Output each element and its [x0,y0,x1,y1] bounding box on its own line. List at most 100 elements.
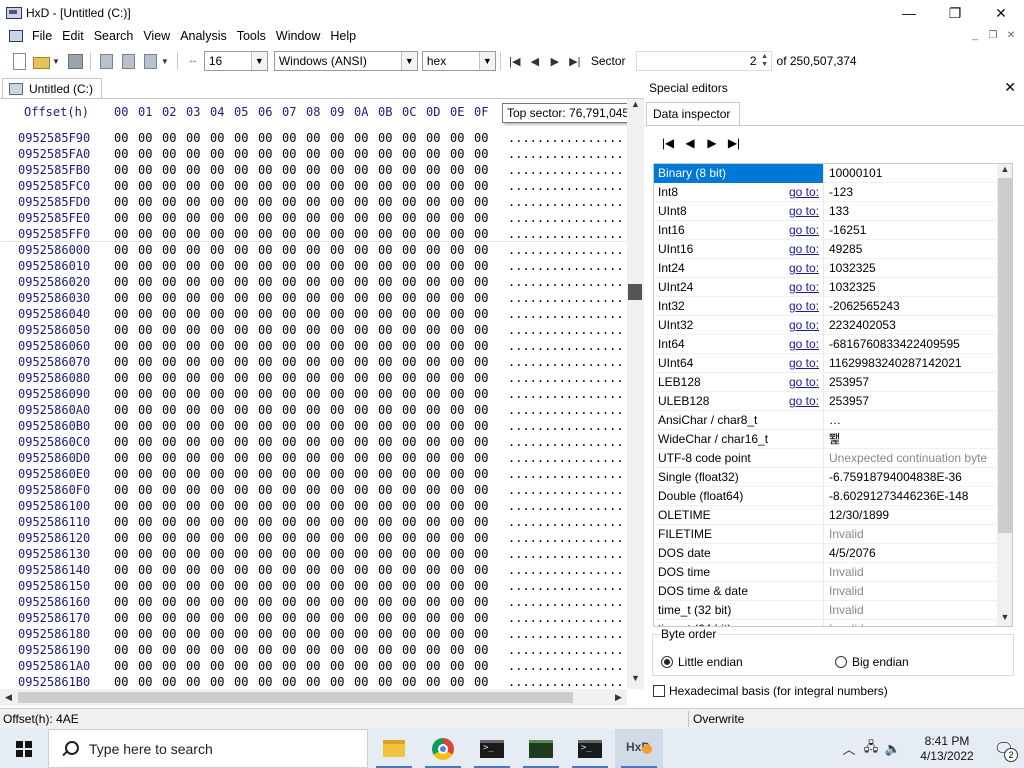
hex-byte[interactable]: 00 [306,371,320,385]
hex-byte[interactable]: 00 [282,259,296,273]
hex-byte[interactable]: 00 [354,163,368,177]
hex-byte[interactable]: 00 [378,451,392,465]
hex-byte[interactable]: 00 [162,387,176,401]
inspector-row[interactable]: Int16 go to: -16251 [654,221,997,240]
hex-byte[interactable]: 00 [162,451,176,465]
hex-byte[interactable]: 00 [210,515,224,529]
hex-byte[interactable]: 00 [330,451,344,465]
hex-byte[interactable]: 00 [426,579,440,593]
hex-byte[interactable]: 00 [474,675,488,689]
hex-byte[interactable]: 00 [114,547,128,561]
hex-byte[interactable]: 00 [354,547,368,561]
hex-byte[interactable]: 00 [354,627,368,641]
hex-byte[interactable]: 00 [186,403,200,417]
hex-byte[interactable]: 00 [378,179,392,193]
hex-byte[interactable]: 00 [258,339,272,353]
hex-byte[interactable]: 00 [186,163,200,177]
hex-byte[interactable]: 00 [378,371,392,385]
hex-byte[interactable]: 00 [426,339,440,353]
hex-byte[interactable]: 00 [402,435,416,449]
hex-byte[interactable]: 00 [234,355,248,369]
hex-byte[interactable]: 00 [306,195,320,209]
hex-byte[interactable]: 00 [402,227,416,241]
hex-byte[interactable]: 00 [234,227,248,241]
hex-byte[interactable]: 00 [186,227,200,241]
hex-byte[interactable]: 00 [474,579,488,593]
scroll-down-icon[interactable]: ▼ [627,673,644,689]
hex-byte[interactable]: 00 [450,435,464,449]
hex-byte[interactable]: 00 [138,531,152,545]
hex-byte[interactable]: 00 [426,595,440,609]
hex-byte[interactable]: 00 [354,643,368,657]
hex-byte[interactable]: 00 [258,323,272,337]
hex-byte[interactable]: 00 [282,595,296,609]
hex-byte[interactable]: 00 [378,595,392,609]
hex-byte[interactable]: 00 [378,323,392,337]
hex-byte[interactable]: 00 [162,211,176,225]
hex-byte[interactable]: 00 [378,259,392,273]
hex-byte[interactable]: 00 [114,355,128,369]
hex-byte[interactable]: 00 [258,291,272,305]
cmd2-button[interactable] [566,729,614,768]
hex-byte[interactable]: 00 [330,579,344,593]
inspector-row[interactable]: Int32 go to: -2062565243 [654,297,997,316]
hex-byte[interactable]: 00 [162,243,176,257]
hex-byte[interactable]: 00 [330,595,344,609]
inspector-row[interactable]: Single (float32) -6.75918794004838E-36 [654,468,997,487]
menu-window[interactable]: Window [271,26,325,46]
hex-byte[interactable]: 00 [426,291,440,305]
hex-byte[interactable]: 00 [474,387,488,401]
hex-byte[interactable]: 00 [210,483,224,497]
goto-link[interactable]: go to: [789,373,819,391]
hex-byte[interactable]: 00 [354,371,368,385]
hex-byte[interactable]: 00 [138,675,152,689]
scroll-up-icon[interactable]: ▲ [997,164,1012,178]
goto-link[interactable]: go to: [789,316,819,334]
hex-byte[interactable]: 00 [450,371,464,385]
hex-byte[interactable]: 00 [162,147,176,161]
hex-byte[interactable]: 00 [234,643,248,657]
chevron-down-icon[interactable]: ▼ [400,52,417,70]
inspector-value[interactable]: -6816760833422409595 [825,335,997,354]
hex-byte[interactable]: 00 [330,163,344,177]
hex-byte[interactable]: 00 [234,243,248,257]
hex-byte[interactable]: 00 [474,451,488,465]
hex-byte[interactable]: 00 [234,195,248,209]
hex-byte[interactable]: 00 [138,467,152,481]
goto-link[interactable]: go to: [789,259,819,277]
hex-byte[interactable]: 00 [138,259,152,273]
hex-byte[interactable]: 00 [474,643,488,657]
new-file-icon[interactable] [10,52,28,70]
hex-byte[interactable]: 00 [234,259,248,273]
notifications-button[interactable]: 🗨 2 [984,729,1024,768]
hex-byte[interactable]: 00 [162,307,176,321]
hex-byte[interactable]: 00 [354,387,368,401]
inspector-row[interactable]: Int64 go to: -6816760833422409595 [654,335,997,354]
ascii-text[interactable]: ................ [508,499,624,513]
hex-byte[interactable]: 00 [354,419,368,433]
hex-byte[interactable]: 00 [306,227,320,241]
chrome-button[interactable] [419,729,467,768]
inspector-scrollbar[interactable]: ▲ ▼ [997,164,1012,626]
hex-byte[interactable]: 00 [210,147,224,161]
hex-byte[interactable]: 00 [138,291,152,305]
hex-byte[interactable]: 00 [474,563,488,577]
hex-byte[interactable]: 00 [474,403,488,417]
hex-byte[interactable]: 00 [450,387,464,401]
hex-byte[interactable]: 00 [234,531,248,545]
hex-byte[interactable]: 00 [426,227,440,241]
hex-byte[interactable]: 00 [354,355,368,369]
inspector-row[interactable]: OLETIME 12/30/1899 [654,506,997,525]
hex-byte[interactable]: 00 [402,243,416,257]
hex-byte[interactable]: 00 [138,275,152,289]
hex-byte[interactable]: 00 [450,499,464,513]
hxd-app-icon[interactable] [6,6,22,20]
radio-unselected-icon[interactable] [835,656,847,668]
ascii-text[interactable]: ................ [508,195,624,209]
hex-byte[interactable]: 00 [354,563,368,577]
hex-byte[interactable]: 00 [306,355,320,369]
hex-byte[interactable]: 00 [114,419,128,433]
ascii-text[interactable]: ................ [508,467,624,481]
hex-byte[interactable]: 00 [114,563,128,577]
inspector-row[interactable]: Int8 go to: -123 [654,183,997,202]
